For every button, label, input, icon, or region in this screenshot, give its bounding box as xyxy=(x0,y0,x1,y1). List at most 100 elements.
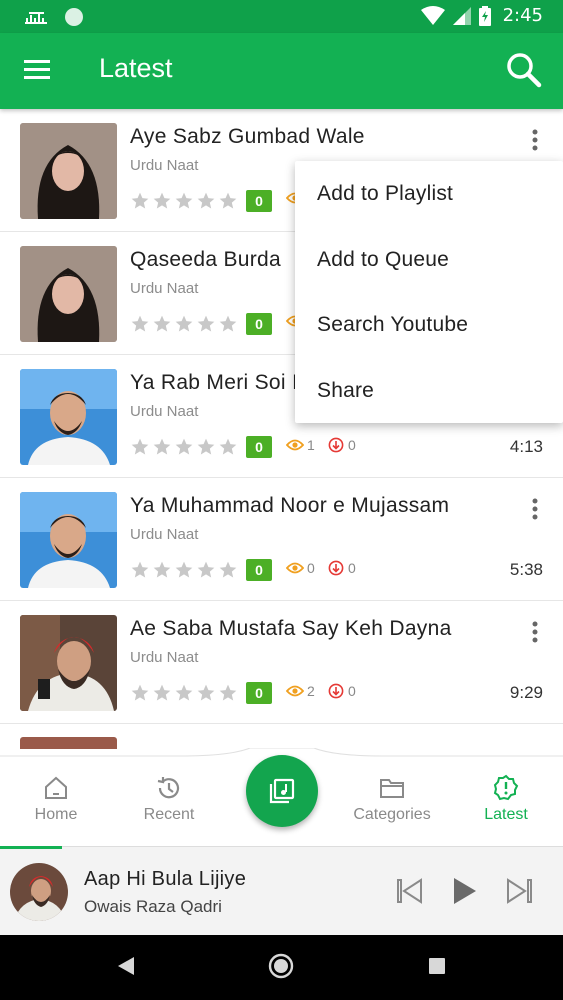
star-icon xyxy=(131,561,149,578)
track-title: Aye Sabz Gumbad Wale xyxy=(130,125,365,148)
track-category: Urdu Naat xyxy=(130,280,199,297)
views-count: 1 xyxy=(286,437,315,453)
search-icon xyxy=(507,53,542,88)
rating-badge: 0 xyxy=(246,559,272,581)
previous-button[interactable] xyxy=(394,875,426,907)
rating-stars[interactable] xyxy=(130,560,238,580)
app-bar: Latest xyxy=(0,33,563,109)
back-icon[interactable] xyxy=(116,955,136,977)
track-thumbnail xyxy=(20,246,117,342)
track-thumbnail xyxy=(20,123,117,219)
nav-home[interactable]: Home xyxy=(0,774,112,824)
download-icon xyxy=(328,560,344,576)
downloads-value: 0 xyxy=(348,437,356,453)
star-icon xyxy=(175,192,193,209)
track-thumbnail xyxy=(20,492,117,588)
rating-stars[interactable] xyxy=(130,191,238,211)
star-icon xyxy=(197,561,215,578)
star-icon xyxy=(175,561,193,578)
status-bar: 2:45 xyxy=(0,0,563,33)
more-options-button[interactable] xyxy=(527,498,543,522)
star-icon xyxy=(131,438,149,455)
star-icon xyxy=(153,684,171,701)
track-category: Urdu Naat xyxy=(130,157,199,174)
track-row[interactable]: Ya Muhammad Noor e Mujassam Urdu Naat 0 … xyxy=(0,478,563,601)
now-playing-bar[interactable]: Aap Hi Bula Lijiye Owais Raza Qadri xyxy=(0,846,563,935)
star-icon xyxy=(175,315,193,332)
nav-latest-label: Latest xyxy=(484,806,528,823)
rating-badge: 0 xyxy=(246,190,272,212)
status-time: 2:45 xyxy=(502,5,543,26)
downloads-value: 0 xyxy=(348,683,356,699)
track-category: Urdu Naat xyxy=(130,403,199,420)
star-icon xyxy=(153,561,171,578)
folder-icon xyxy=(380,779,404,798)
rating-stars[interactable] xyxy=(130,437,238,457)
track-title: Ae Saba Mustafa Say Keh Dayna xyxy=(130,617,452,640)
star-icon xyxy=(175,438,193,455)
star-icon xyxy=(153,192,171,209)
views-value: 1 xyxy=(307,437,315,453)
rating-stars[interactable] xyxy=(130,314,238,334)
eye-icon xyxy=(286,562,304,574)
music-library-icon xyxy=(269,778,295,804)
nav-categories-label: Categories xyxy=(353,806,431,823)
now-playing-artwork xyxy=(10,863,68,921)
playback-progress[interactable] xyxy=(0,846,62,849)
rating-badge: 0 xyxy=(246,436,272,458)
status-right: 2:45 xyxy=(420,5,543,26)
star-icon xyxy=(219,192,237,209)
system-navigation-bar xyxy=(0,935,563,1000)
hamburger-icon xyxy=(24,60,50,79)
menu-item-add-to-queue[interactable]: Add to Queue xyxy=(295,227,563,293)
track-duration: 5:38 xyxy=(509,560,543,579)
download-icon xyxy=(328,683,344,699)
star-icon xyxy=(197,192,215,209)
notification-app-icon xyxy=(25,12,47,24)
star-icon xyxy=(153,315,171,332)
star-icon xyxy=(175,684,193,701)
track-duration: 9:29 xyxy=(509,683,543,702)
track-thumbnail xyxy=(20,369,117,465)
rating-stars[interactable] xyxy=(130,683,238,703)
nav-latest[interactable]: Latest xyxy=(450,774,562,824)
star-icon xyxy=(131,315,149,332)
track-title: Ya Rab Meri Soi I xyxy=(130,371,299,394)
history-icon xyxy=(157,777,180,799)
menu-item-search-youtube[interactable]: Search Youtube xyxy=(295,292,563,358)
status-left xyxy=(24,7,84,27)
nav-categories[interactable]: Categories xyxy=(336,774,448,824)
more-vert-icon xyxy=(532,129,538,151)
more-options-button[interactable] xyxy=(527,129,543,153)
more-options-button[interactable] xyxy=(527,621,543,645)
track-thumbnail xyxy=(20,615,117,711)
star-icon xyxy=(219,315,237,332)
bottom-navigation: Home Recent Categories Latest xyxy=(0,748,563,846)
next-button[interactable] xyxy=(503,875,535,907)
play-icon xyxy=(454,878,476,904)
eye-icon xyxy=(286,439,304,451)
search-button[interactable] xyxy=(505,51,545,91)
downloads-count: 0 xyxy=(328,560,356,576)
download-icon xyxy=(328,437,344,453)
music-library-fab[interactable] xyxy=(246,755,318,827)
rating-badge: 0 xyxy=(246,313,272,335)
menu-button[interactable] xyxy=(20,55,56,87)
home-circle-icon[interactable] xyxy=(268,953,294,979)
track-duration: 4:13 xyxy=(509,437,543,456)
menu-item-add-to-playlist[interactable]: Add to Playlist xyxy=(295,161,563,227)
battery-icon xyxy=(478,5,491,26)
rating-badge: 0 xyxy=(246,682,272,704)
star-icon xyxy=(219,684,237,701)
track-options-menu: Add to Playlist Add to Queue Search Yout… xyxy=(295,161,563,423)
page-title: Latest xyxy=(99,53,173,83)
nav-recent[interactable]: Recent xyxy=(113,774,225,824)
track-row[interactable]: Ae Saba Mustafa Say Keh Dayna Urdu Naat … xyxy=(0,601,563,724)
views-count: 2 xyxy=(286,683,315,699)
nav-recent-label: Recent xyxy=(143,806,195,823)
play-button[interactable] xyxy=(448,875,480,907)
skip-next-icon xyxy=(507,878,532,904)
recents-icon[interactable] xyxy=(428,957,446,975)
track-category: Urdu Naat xyxy=(130,526,199,543)
menu-item-share[interactable]: Share xyxy=(295,358,563,424)
